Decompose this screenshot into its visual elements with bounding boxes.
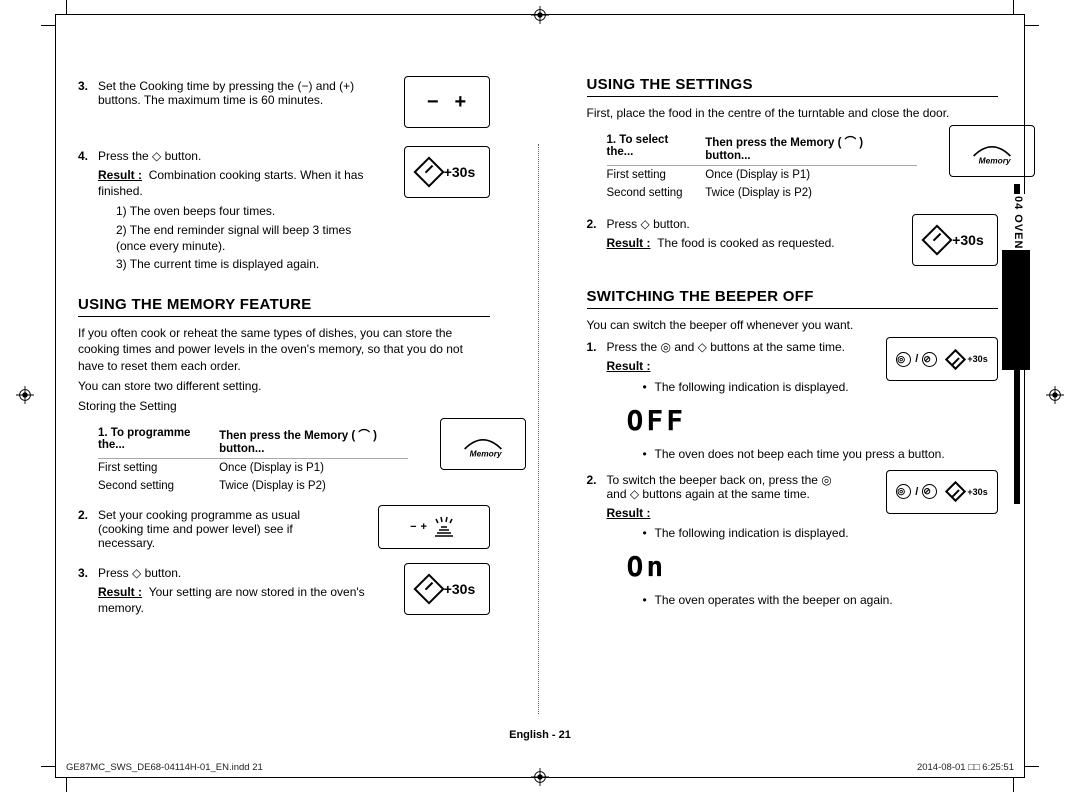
page-footer-center: English - 21 [56, 729, 1024, 741]
intro-text: First, place the food in the centre of t… [587, 105, 999, 121]
start-icon [922, 225, 953, 256]
result-text: The food is cooked as requested. [657, 236, 834, 250]
step-text: Press ◇ button. [98, 566, 372, 580]
crop-tick [1013, 778, 1014, 792]
crop-tick [66, 0, 67, 14]
body-text: You can store two different setting. [78, 378, 490, 394]
svg-text:Memory: Memory [978, 156, 1010, 166]
crop-tick [1025, 766, 1039, 767]
crop-tick [66, 778, 67, 792]
svg-text:Memory: Memory [470, 449, 502, 459]
right-column: USING THE SETTINGS First, place the food… [587, 76, 999, 716]
start-icon [413, 574, 444, 605]
display-on: On [627, 550, 667, 583]
figure-plusminus-power: −+ [378, 505, 490, 549]
figure-start-30s: +30s [404, 563, 490, 615]
intro-text: You can switch the beeper off whenever y… [587, 317, 999, 333]
step-text: To switch the beeper back on, press the … [607, 473, 855, 501]
figure-memory: Memory [440, 418, 526, 470]
stop-icon: ◎ [896, 352, 911, 367]
intro-text: If you often cook or reheat the same typ… [78, 325, 490, 374]
step-text: Press the ◎ and ◇ buttons at the same ti… [607, 340, 855, 354]
list-item: The following indication is displayed. [643, 525, 855, 541]
crop-tick [1013, 0, 1014, 14]
list-item: The oven does not beep each time you pre… [643, 446, 999, 462]
registration-mark-icon [531, 768, 549, 786]
registration-mark-icon [531, 6, 549, 24]
result-label: Result : [98, 168, 142, 182]
start-icon [945, 481, 966, 502]
body-text: Storing the Setting [78, 398, 490, 414]
page-footer-left: GE87MC_SWS_DE68-04114H-01_EN.indd 21 [66, 762, 263, 773]
result-label: Result : [98, 585, 142, 599]
crop-tick [41, 766, 55, 767]
figure-stop-start: ◎ / ⊘ +30s [886, 470, 998, 514]
column-divider [538, 144, 539, 714]
cancel-icon: ⊘ [922, 352, 937, 367]
list-item: The oven operates with the beeper on aga… [643, 592, 999, 608]
start-icon [413, 156, 444, 187]
heading-beeper: SWITCHING THE BEEPER OFF [587, 288, 999, 309]
left-column: 3.Set the Cooking time by pressing the (… [78, 76, 490, 716]
crop-tick [1025, 25, 1039, 26]
heading-settings: USING THE SETTINGS [587, 76, 999, 97]
display-off: OFF [627, 404, 687, 437]
page-footer-right: 2014-08-01 □□ 6:25:51 [917, 762, 1014, 773]
registration-mark-icon [1046, 386, 1064, 404]
step-text: Press ◇ button. [607, 217, 881, 231]
step-text: Press the ◇ button. [98, 149, 372, 163]
list-item: 1) The oven beeps four times. [116, 203, 372, 219]
content-area: 3.Set the Cooking time by pressing the (… [78, 76, 998, 716]
crop-tick [41, 25, 55, 26]
step-text: Set the Cooking time by pressing the (−)… [98, 79, 372, 107]
list-item: 2) The end reminder signal will beep 3 t… [116, 222, 372, 254]
figure-stop-start: ◎ / ⊘ +30s [886, 337, 998, 381]
cancel-icon: ⊘ [922, 484, 937, 499]
settings-table: 1. To select the...Then press the Memory… [607, 131, 917, 202]
power-icon [431, 516, 457, 538]
figure-start-30s: +30s [404, 146, 490, 198]
result-label: Result : [607, 506, 651, 520]
list-item: The following indication is displayed. [643, 379, 855, 395]
start-icon [945, 349, 966, 370]
result-list: 1) The oven beeps four times. 2) The end… [116, 203, 372, 272]
figure-memory: Memory [949, 125, 1035, 177]
registration-mark-icon [16, 386, 34, 404]
memory-icon: Memory [966, 136, 1018, 166]
figure-start-30s: +30s [912, 214, 998, 266]
heading-memory: USING THE MEMORY FEATURE [78, 296, 490, 317]
result-label: Result : [607, 359, 651, 373]
step-text: Set your cooking programme as usual (coo… [98, 508, 346, 550]
side-tab: 04 OVEN USE [1010, 184, 1032, 624]
memory-icon: Memory [457, 429, 509, 459]
result-label: Result : [607, 236, 651, 250]
settings-table: 1. To programme the...Then press the Mem… [98, 424, 408, 495]
stop-icon: ◎ [896, 484, 911, 499]
figure-plus-minus: −+ [404, 76, 490, 128]
list-item: 3) The current time is displayed again. [116, 256, 372, 272]
